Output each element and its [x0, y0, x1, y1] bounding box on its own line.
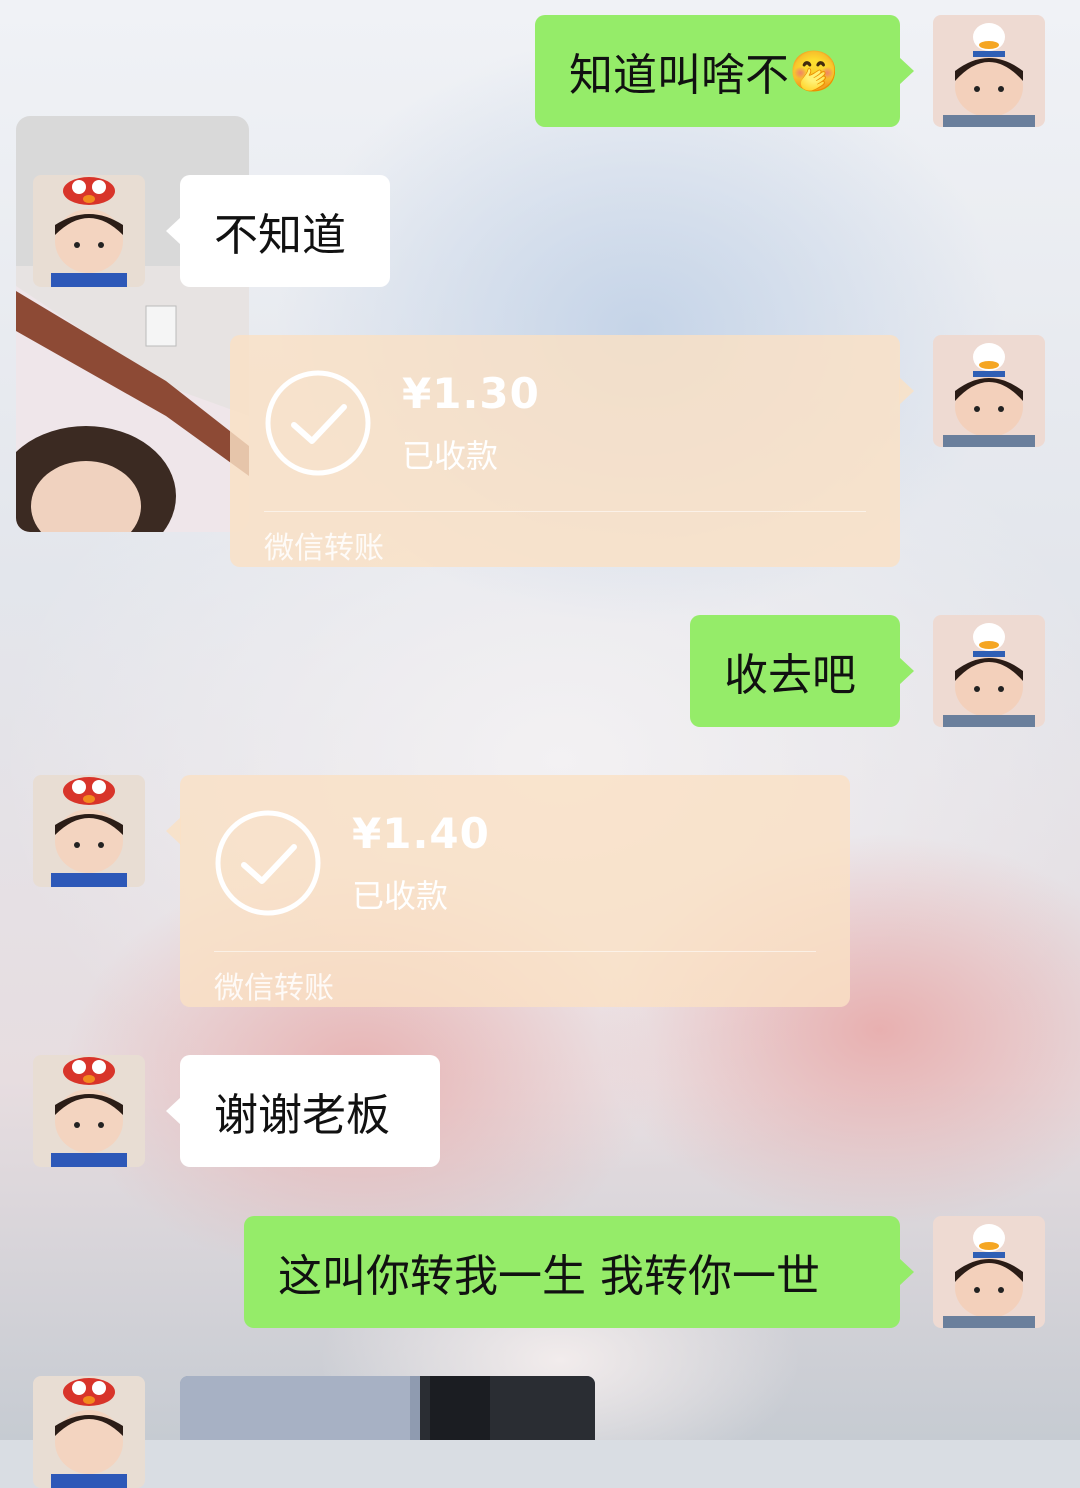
message-bubble-received[interactable]: 不知道 — [166, 175, 390, 287]
transfer-footer-label: 微信转账 — [264, 531, 384, 566]
message-text: 收去吧 — [724, 650, 856, 701]
transfer-divider — [264, 511, 866, 512]
transfer-amount: ¥1.30 — [402, 369, 540, 418]
contact-avatar[interactable] — [33, 1055, 145, 1167]
transfer-card-sent[interactable]: ¥1.30 已收款 微信转账 — [230, 335, 914, 567]
message-text: 谢谢老板 — [214, 1090, 390, 1141]
transfer-card-received[interactable]: ¥1.40 已收款 微信转账 — [166, 775, 850, 1007]
transfer-footer-label: 微信转账 — [214, 971, 334, 1006]
message-bubble-sent[interactable]: 知道叫啥不 🤭 — [535, 15, 914, 127]
my-avatar[interactable] — [933, 615, 1045, 727]
message-bubble-received[interactable]: 谢谢老板 — [166, 1055, 440, 1167]
message-bubble-sent[interactable]: 这叫你转我一生 我转你一世 — [244, 1216, 914, 1328]
contact-avatar[interactable] — [33, 775, 145, 887]
transfer-amount: ¥1.40 — [352, 809, 490, 858]
message-text: 知道叫啥不 — [569, 50, 789, 101]
contact-avatar[interactable] — [33, 1376, 145, 1488]
message-bubble-sent[interactable]: 收去吧 — [690, 615, 914, 727]
transfer-status: 已收款 — [402, 437, 499, 475]
check-circle-icon — [215, 810, 321, 916]
chat-image-message[interactable] — [180, 1376, 595, 1440]
contact-avatar[interactable] — [33, 175, 145, 287]
transfer-divider — [214, 951, 816, 952]
my-avatar[interactable] — [933, 15, 1045, 127]
emoji-thinking-icon: 🤭 — [789, 48, 839, 95]
my-avatar[interactable] — [933, 335, 1045, 447]
my-avatar[interactable] — [933, 1216, 1045, 1328]
message-text: 不知道 — [214, 210, 346, 261]
check-circle-icon — [265, 370, 371, 476]
transfer-status: 已收款 — [352, 877, 449, 915]
message-text: 这叫你转我一生 我转你一世 — [278, 1251, 820, 1302]
